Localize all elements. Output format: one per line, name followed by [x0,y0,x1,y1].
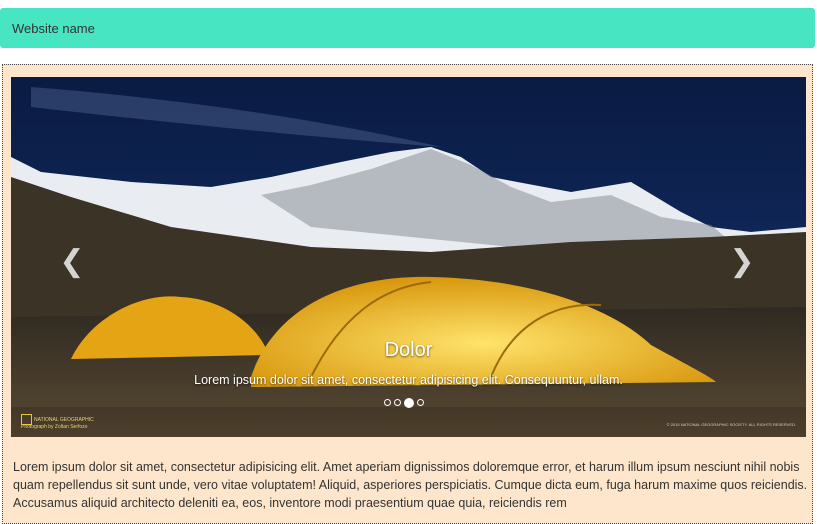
carousel-indicator-1[interactable] [384,399,391,406]
carousel-indicators [384,397,424,408]
carousel-indicator-2[interactable] [394,399,401,406]
carousel-caption-title: Dolor [384,339,433,361]
carousel-prev-button[interactable]: ❮ [57,247,87,277]
carousel-caption-text: Lorem ipsum dolor sit amet, consectetur … [194,373,623,387]
copyright-text: © 2015 NATIONAL GEOGRAPHIC SOCIETY. ALL … [666,422,796,427]
chevron-left-icon: ❮ [59,244,85,279]
content-panel: ❮ ❯ Dolor Lorem ipsum dolor sit amet, co… [2,64,813,524]
carousel-indicator-3[interactable] [404,397,414,408]
photo-credit: Photograph by Zoltan Serfozo [21,424,88,430]
carousel-next-button[interactable]: ❯ [727,247,757,277]
chevron-right-icon: ❯ [729,244,755,279]
site-name[interactable]: Website name [12,21,95,36]
site-header: Website name [0,8,815,48]
body-paragraph: Lorem ipsum dolor sit amet, consectetur … [13,460,808,510]
watermark-logo: NATIONAL GEOGRAPHIC Photograph by Zoltan… [21,414,94,431]
carousel-indicator-4[interactable] [417,399,424,406]
image-carousel[interactable]: ❮ ❯ Dolor Lorem ipsum dolor sit amet, co… [11,77,806,437]
